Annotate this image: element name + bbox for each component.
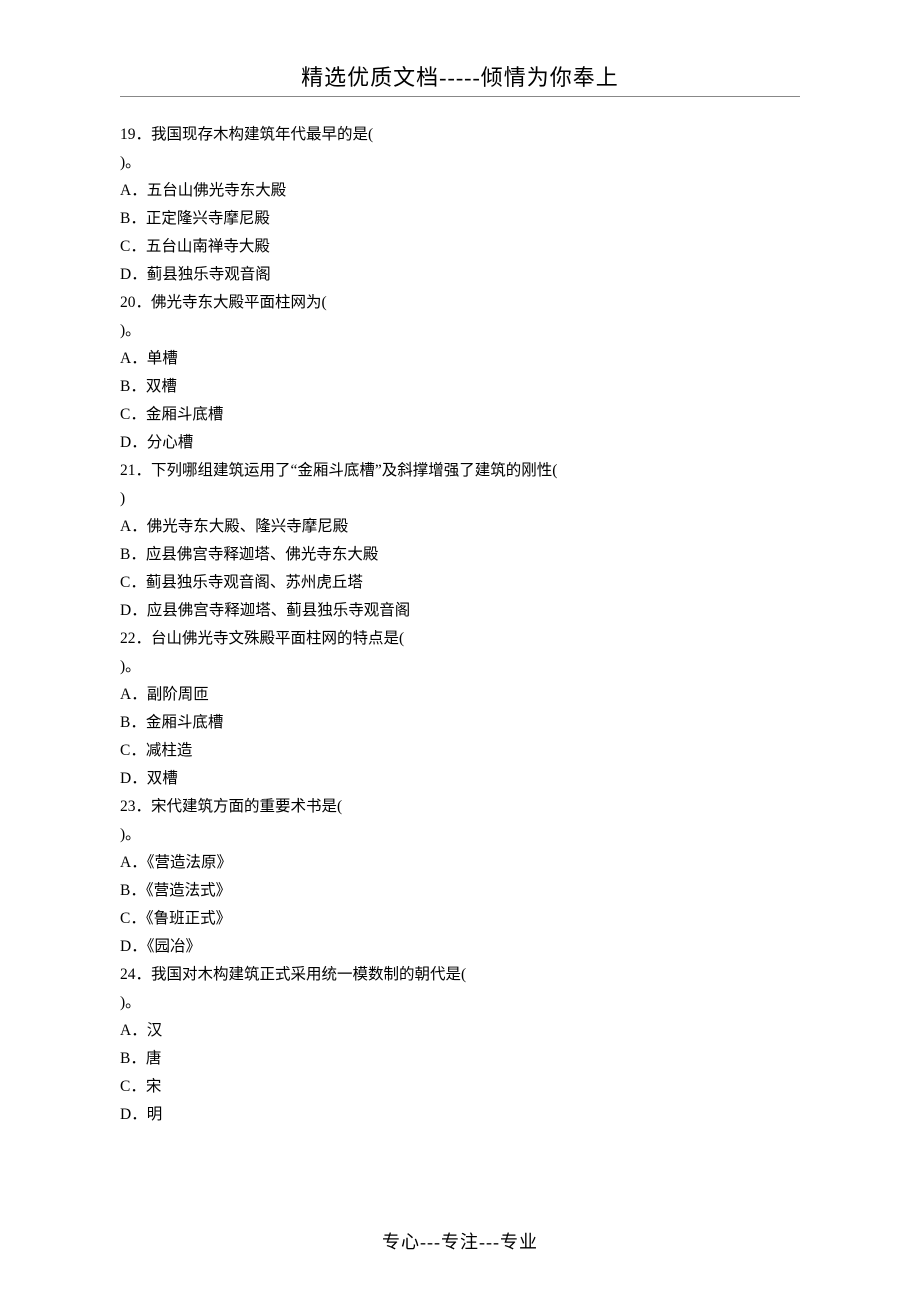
header-underline [120,96,800,97]
text-line: B．金厢斗底槽 [120,709,800,737]
text-line: A．副阶周匝 [120,681,800,709]
page-header: 精选优质文档-----倾情为你奉上 [120,60,800,92]
text-line: 23．宋代建筑方面的重要术书是( [120,793,800,821]
text-line: A．《营造法原》 [120,849,800,877]
page-content: 精选优质文档-----倾情为你奉上 19．我国现存木构建筑年代最早的是()。A．… [0,0,920,1169]
text-line: B．正定隆兴寺摩尼殿 [120,205,800,233]
text-line: )。 [120,821,800,849]
text-line: B．双槽 [120,373,800,401]
text-line: )。 [120,317,800,345]
text-line: B．《营造法式》 [120,877,800,905]
text-line: 24．我国对木构建筑正式采用统一模数制的朝代是( [120,961,800,989]
text-line: )。 [120,989,800,1017]
text-line: )。 [120,149,800,177]
text-line: ) [120,485,800,513]
page-footer: 专心---专注---专业 [0,1228,920,1254]
text-line: D．《园冶》 [120,933,800,961]
text-line: 20．佛光寺东大殿平面柱网为( [120,289,800,317]
text-line: D．双槽 [120,765,800,793]
text-line: B．应县佛宫寺释迦塔、佛光寺东大殿 [120,541,800,569]
text-line: A．单槽 [120,345,800,373]
text-line: C．减柱造 [120,737,800,765]
text-line: B．唐 [120,1045,800,1073]
text-line: 22．台山佛光寺文殊殿平面柱网的特点是( [120,625,800,653]
text-line: D．分心槽 [120,429,800,457]
text-line: C．五台山南禅寺大殿 [120,233,800,261]
text-line: A．五台山佛光寺东大殿 [120,177,800,205]
text-line: )。 [120,653,800,681]
text-line: C．《鲁班正式》 [120,905,800,933]
text-line: D．明 [120,1101,800,1129]
text-line: D．应县佛宫寺释迦塔、蓟县独乐寺观音阁 [120,597,800,625]
text-line: 21．下列哪组建筑运用了“金厢斗底槽”及斜撑增强了建筑的刚性( [120,457,800,485]
text-line: C．金厢斗底槽 [120,401,800,429]
text-line: 19．我国现存木构建筑年代最早的是( [120,121,800,149]
text-line: A．汉 [120,1017,800,1045]
question-body: 19．我国现存木构建筑年代最早的是()。A．五台山佛光寺东大殿B．正定隆兴寺摩尼… [120,121,800,1129]
text-line: D．蓟县独乐寺观音阁 [120,261,800,289]
text-line: C．宋 [120,1073,800,1101]
text-line: A．佛光寺东大殿、隆兴寺摩尼殿 [120,513,800,541]
text-line: C．蓟县独乐寺观音阁、苏州虎丘塔 [120,569,800,597]
